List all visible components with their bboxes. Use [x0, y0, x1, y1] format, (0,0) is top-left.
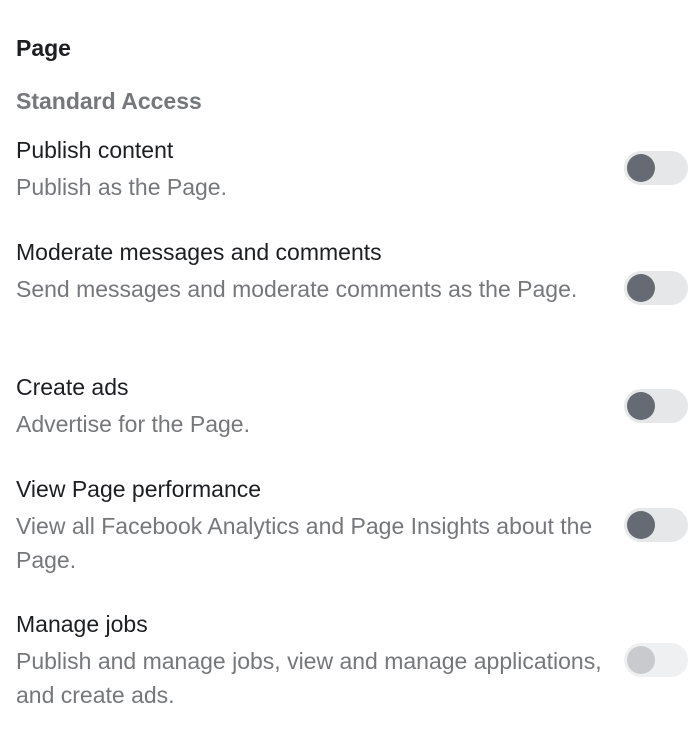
moderate-messages-toggle[interactable]: [624, 271, 688, 305]
permission-text: Publish content Publish as the Page.: [16, 134, 606, 204]
permission-description: View all Facebook Analytics and Page Ins…: [16, 513, 593, 573]
subsection-title-standard-access: Standard Access: [16, 88, 202, 114]
publish-content-toggle[interactable]: [624, 151, 688, 185]
permission-description: Send messages and moderate comments as t…: [16, 276, 578, 302]
permission-description: Advertise for the Page.: [16, 411, 250, 437]
manage-jobs-toggle[interactable]: [624, 643, 688, 677]
permission-title: Moderate messages and comments: [16, 239, 382, 265]
permission-title: Create ads: [16, 374, 129, 400]
permission-description: Publish and manage jobs, view and manage…: [16, 648, 602, 708]
permission-row-publish-content: Publish content Publish as the Page.: [16, 134, 688, 204]
create-ads-toggle[interactable]: [624, 389, 688, 423]
section-title: Page: [16, 35, 71, 61]
permission-row-moderate-messages: Moderate messages and comments Send mess…: [16, 236, 688, 306]
permission-title: Publish content: [16, 137, 174, 163]
toggle-knob: [627, 154, 655, 182]
permission-text: Moderate messages and comments Send mess…: [16, 236, 606, 306]
permission-row-view-page-performance: View Page performance View all Facebook …: [16, 473, 688, 577]
toggle-knob: [627, 274, 655, 302]
view-page-performance-toggle[interactable]: [624, 508, 688, 542]
permission-row-create-ads: Create ads Advertise for the Page.: [16, 371, 688, 441]
permission-description: Publish as the Page.: [16, 174, 227, 200]
permission-title: Manage jobs: [16, 611, 148, 637]
toggle-knob: [627, 511, 655, 539]
permission-text: Manage jobs Publish and manage jobs, vie…: [16, 608, 606, 712]
permission-text: View Page performance View all Facebook …: [16, 473, 606, 577]
permission-row-manage-jobs: Manage jobs Publish and manage jobs, vie…: [16, 608, 688, 712]
permission-text: Create ads Advertise for the Page.: [16, 371, 606, 441]
toggle-knob: [627, 392, 655, 420]
toggle-knob: [627, 646, 655, 674]
permission-title: View Page performance: [16, 476, 262, 502]
